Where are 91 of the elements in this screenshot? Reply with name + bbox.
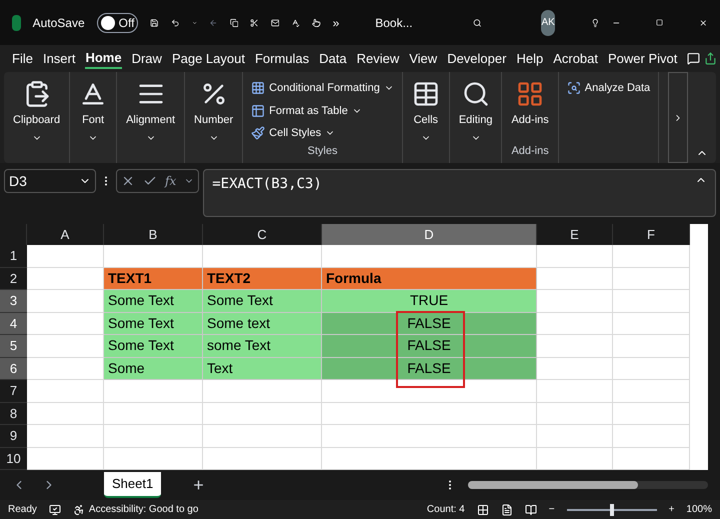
count-text: Count: 4 (426, 503, 465, 517)
search-icon (462, 80, 490, 108)
ribbon-button[interactable]: Clipboard (13, 80, 60, 142)
row-header[interactable]: 3 (0, 290, 27, 312)
column-header[interactable]: F (613, 224, 690, 245)
zoom-out-button[interactable]: − (548, 502, 555, 517)
brush-icon (251, 126, 266, 140)
ribbon-button[interactable]: Editing (458, 80, 492, 142)
ribbon-button[interactable]: Add-ins (511, 80, 549, 128)
menu-tab[interactable]: Page Layout (172, 48, 245, 68)
table-cell: TEXT2 (203, 268, 322, 290)
comment-icon[interactable] (687, 52, 700, 65)
table-cell: Some Text (104, 335, 203, 358)
row-header[interactable]: 4 (0, 312, 27, 335)
ribbon-list-button[interactable]: Format as Table (251, 102, 362, 119)
share-icon[interactable] (704, 52, 718, 65)
table-cell: Text (203, 358, 322, 380)
zoom-in-button[interactable]: + (668, 502, 674, 517)
row-header[interactable]: 7 (0, 380, 27, 402)
user-avatar[interactable]: AK (541, 10, 556, 36)
zoom-thumb[interactable] (610, 504, 614, 516)
ribbon-list-button[interactable]: Analyze Data (566, 80, 650, 96)
menu-tab[interactable]: Acrobat (553, 48, 598, 68)
name-box[interactable]: D3 (4, 169, 96, 193)
table-cell: Formula (322, 268, 537, 290)
add-sheet-button[interactable]: + (193, 472, 204, 498)
page-break-icon[interactable] (524, 504, 537, 516)
row-header[interactable]: 10 (0, 448, 27, 470)
menu-tab[interactable]: Review (356, 48, 400, 68)
table-cell: Some Text (203, 290, 322, 312)
column-header[interactable]: E (537, 224, 613, 245)
table-cell: TRUE (322, 290, 537, 312)
file-name: Book... (375, 14, 413, 32)
autosave-label: AutoSave (32, 14, 85, 32)
grid-icon (251, 81, 266, 96)
ribbon-button[interactable]: Cells (412, 80, 440, 142)
ribbon-button[interactable]: Alignment (126, 80, 176, 142)
more-commands-button[interactable]: » (332, 14, 340, 32)
accessibility-status[interactable]: Accessibility: Good to go (88, 502, 198, 517)
menu-tab[interactable]: View (409, 48, 438, 68)
formula-input[interactable]: =EXACT(B3,C3) (203, 169, 716, 217)
ribbon-list-button[interactable]: Cell Styles (251, 125, 336, 142)
ribbon-button[interactable]: Font (79, 80, 108, 142)
menu-tab[interactable]: File (12, 48, 33, 68)
autosave-toggle[interactable]: Off (96, 12, 138, 32)
table-cell: FALSE (322, 358, 537, 380)
zoom-slider[interactable] (566, 504, 657, 516)
magnifier-icon (566, 81, 581, 96)
app-logo-icon (12, 14, 21, 30)
row-header[interactable]: 9 (0, 425, 27, 448)
table-cell: Some Text (104, 312, 203, 335)
table-cell: FALSE (322, 312, 537, 335)
group-label: Styles (306, 144, 338, 158)
table-icon (412, 80, 440, 108)
ribbon-button[interactable]: Number (194, 80, 234, 142)
row-header[interactable]: 5 (0, 335, 27, 358)
row-header[interactable]: 8 (0, 402, 27, 425)
row-header[interactable]: 2 (0, 268, 27, 290)
table-cell: Some text (203, 312, 322, 335)
group-label: Add-ins (511, 144, 549, 158)
table-cell: Some (104, 358, 203, 380)
menu-tab[interactable]: Data (319, 48, 347, 68)
macro-icon[interactable] (48, 504, 61, 516)
table-cell: Some Text (104, 290, 203, 312)
menu-tab[interactable]: Formulas (254, 48, 310, 68)
table-cell: some Text (203, 335, 322, 358)
zoom-reading: 100% (686, 503, 712, 517)
table-cell: FALSE (322, 335, 537, 358)
menu-tab[interactable]: Insert (42, 48, 76, 68)
row-header[interactable]: 1 (0, 245, 27, 268)
cancel-icon[interactable] (121, 174, 135, 188)
ribbon-list-button[interactable]: Conditional Formatting (251, 80, 394, 96)
table-cell: TEXT1 (104, 268, 203, 290)
accessibility-icon[interactable] (72, 504, 85, 516)
row-header[interactable]: 6 (0, 358, 27, 380)
page-layout-icon[interactable] (500, 504, 513, 516)
menu-tab[interactable]: Developer (447, 48, 506, 68)
menu-tab[interactable]: Power Pivot (608, 48, 678, 68)
column-header[interactable]: B (104, 224, 203, 245)
table-icon (251, 104, 266, 118)
column-header[interactable]: D (322, 224, 537, 245)
column-header[interactable]: A (27, 224, 104, 245)
grid-icon (516, 80, 544, 108)
insert-function-button[interactable]: fx (165, 172, 176, 190)
menu-tab[interactable]: Help (516, 48, 544, 68)
horizontal-scrollbar[interactable] (468, 481, 708, 489)
normal-view-icon[interactable] (476, 504, 489, 516)
menu-tab[interactable]: Draw (132, 48, 162, 68)
sheet-tab[interactable]: Sheet1 (104, 472, 162, 498)
menu-tab[interactable]: Home (85, 48, 122, 70)
status-text: Ready (8, 503, 37, 517)
